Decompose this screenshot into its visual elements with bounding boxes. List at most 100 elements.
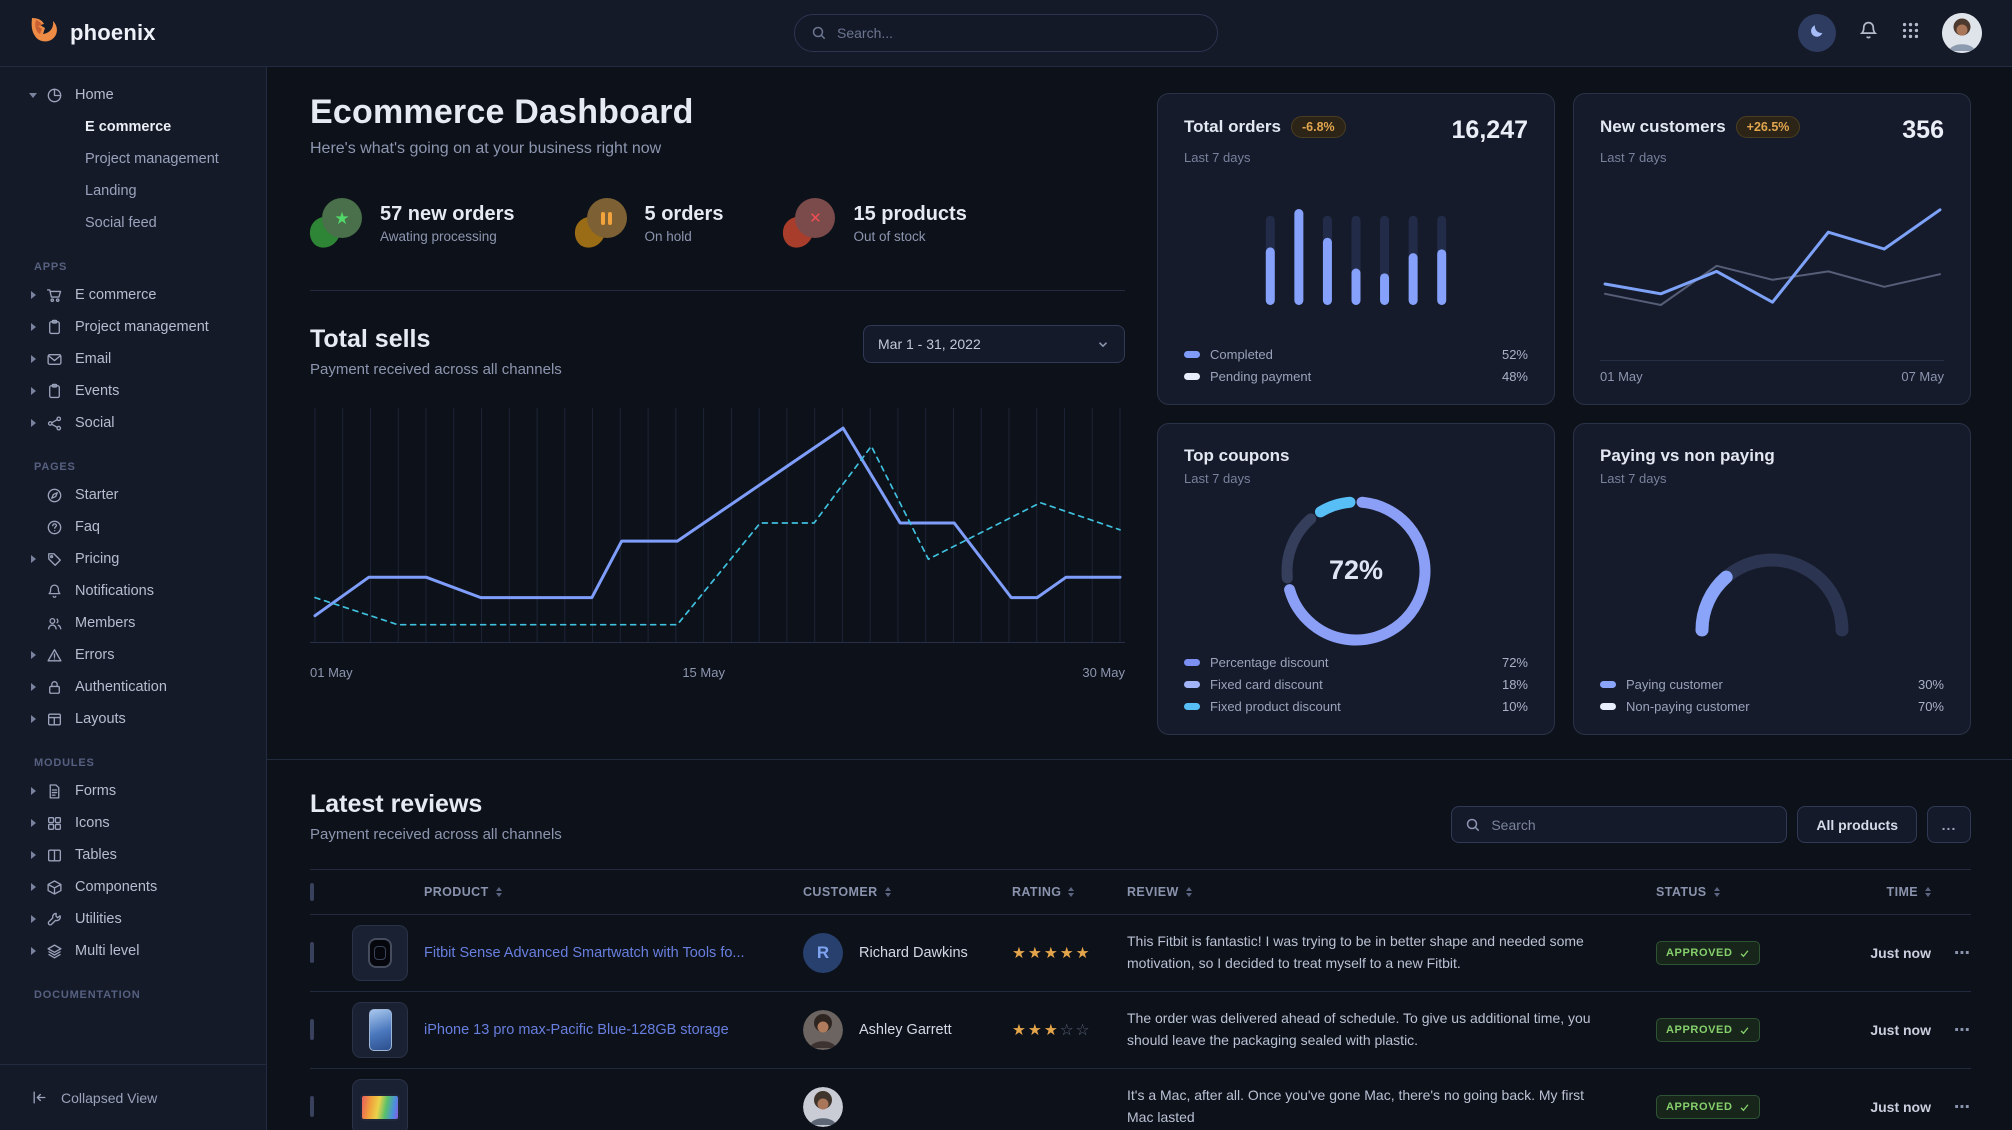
global-search-input[interactable] — [837, 25, 1201, 41]
review-time: Just now — [1827, 1022, 1931, 1038]
donut-center-label: 72% — [1329, 555, 1383, 586]
caret-right-icon — [31, 819, 36, 827]
latest-reviews-title: Latest reviews — [310, 790, 562, 819]
table-row: It's a Mac, after all. Once you've gone … — [310, 1069, 1971, 1130]
layout-icon — [46, 711, 63, 728]
all-products-button[interactable]: All products — [1797, 806, 1917, 843]
bell-icon — [46, 583, 63, 600]
brand[interactable]: phoenix — [30, 17, 156, 49]
sidebar-item-components[interactable]: Components — [0, 871, 266, 903]
envelope-icon — [46, 351, 63, 368]
sort-product[interactable]: PRODUCT — [424, 885, 803, 899]
legend-paying-customer: Paying customer 30% — [1600, 677, 1944, 692]
brand-name: phoenix — [70, 20, 156, 46]
total-sells-subtitle: Payment received across all channels — [310, 361, 562, 378]
sort-status[interactable]: STATUS — [1656, 885, 1827, 899]
sidebar-item-social[interactable]: Social — [0, 407, 266, 439]
avatar — [803, 1010, 843, 1050]
row-actions-button[interactable]: ⋯ — [1931, 1020, 1971, 1040]
sidebar-nav: Home E commerce Project management Landi… — [0, 67, 266, 1064]
row-checkbox[interactable] — [310, 1096, 314, 1117]
sidebar-item-pricing[interactable]: Pricing — [0, 543, 266, 575]
sort-time[interactable]: TIME — [1827, 885, 1931, 899]
total-orders-value: 16,247 — [1452, 116, 1528, 145]
sort-icon — [885, 887, 891, 897]
sidebar-item-multi-level[interactable]: Multi level — [0, 935, 266, 967]
stat-orders-on-hold: 5 orders On hold — [575, 198, 724, 248]
sidebar-item-email[interactable]: Email — [0, 343, 266, 375]
sidebar-item-starter[interactable]: Starter — [0, 479, 266, 511]
product-thumbnail-phone[interactable] — [352, 1002, 408, 1058]
more-options-button[interactable]: ... — [1927, 806, 1971, 843]
reviews-search[interactable] — [1451, 806, 1787, 843]
theme-toggle-button[interactable] — [1798, 14, 1836, 52]
collapse-sidebar-button[interactable]: Collapsed View — [0, 1064, 266, 1130]
sidebar-item-landing[interactable]: Landing — [0, 175, 266, 207]
notifications-button[interactable] — [1858, 20, 1879, 46]
layers-icon — [46, 943, 63, 960]
sort-rating[interactable]: RATING — [1012, 885, 1127, 899]
apps-menu-button[interactable] — [1901, 21, 1920, 45]
sort-review[interactable]: REVIEW — [1127, 885, 1656, 899]
sidebar-item-members[interactable]: Members — [0, 607, 266, 639]
date-range-select[interactable]: Mar 1 - 31, 2022 — [863, 325, 1125, 363]
sort-customer[interactable]: CUSTOMER — [803, 885, 1012, 899]
sidebar-item-utilities[interactable]: Utilities — [0, 903, 266, 935]
sidebar-item-home[interactable]: Home — [0, 79, 266, 111]
sidebar-item-icons[interactable]: Icons — [0, 807, 266, 839]
product-link[interactable]: iPhone 13 pro max-Pacific Blue-128GB sto… — [424, 1020, 803, 1040]
check-icon — [1739, 1102, 1750, 1113]
caret-right-icon — [31, 555, 36, 563]
sidebar-item-social-feed[interactable]: Social feed — [0, 207, 266, 239]
product-thumbnail-laptop[interactable] — [352, 1079, 408, 1130]
wrench-icon — [46, 911, 63, 928]
caret-right-icon — [31, 883, 36, 891]
legend-pending-payment: Pending payment 48% — [1184, 369, 1528, 384]
product-link[interactable]: Fitbit Sense Advanced Smartwatch with To… — [424, 943, 803, 963]
table-row: Fitbit Sense Advanced Smartwatch with To… — [310, 915, 1971, 992]
status-badge: APPROVED — [1656, 941, 1760, 965]
sidebar-item-notifications[interactable]: Notifications — [0, 575, 266, 607]
sidebar-item-e-commerce-dashboard[interactable]: E commerce — [0, 111, 266, 143]
sidebar-item-forms[interactable]: Forms — [0, 775, 266, 807]
legend-fixed-card-discount: Fixed card discount 18% — [1184, 677, 1528, 692]
package-icon — [46, 879, 63, 896]
bell-icon — [1858, 20, 1879, 46]
file-text-icon — [46, 783, 63, 800]
sidebar-section-apps: APPS — [34, 261, 266, 273]
product-thumbnail-watch[interactable] — [352, 925, 408, 981]
row-actions-button[interactable]: ⋯ — [1931, 1097, 1971, 1117]
paying-gauge-chart — [1600, 486, 1944, 677]
reviews-search-input[interactable] — [1491, 817, 1773, 833]
sidebar-item-faq[interactable]: Faq — [0, 511, 266, 543]
sidebar-section-modules: MODULES — [34, 757, 266, 769]
row-checkbox[interactable] — [310, 942, 314, 963]
search-icon — [811, 25, 827, 41]
pause-badge-icon — [575, 198, 629, 248]
sidebar-item-authentication[interactable]: Authentication — [0, 671, 266, 703]
sidebar-item-app-project-management[interactable]: Project management — [0, 311, 266, 343]
select-all-checkbox[interactable] — [310, 883, 314, 901]
check-icon — [1739, 1025, 1750, 1036]
sidebar-item-layouts[interactable]: Layouts — [0, 703, 266, 735]
avatar — [803, 1087, 843, 1127]
card-paying-vs-non-paying: Paying vs non paying Last 7 days Paying … — [1573, 423, 1971, 735]
sidebar-item-events[interactable]: Events — [0, 375, 266, 407]
new-customers-line-chart — [1600, 165, 1944, 358]
sidebar-item-errors[interactable]: Errors — [0, 639, 266, 671]
user-avatar[interactable] — [1942, 13, 1982, 53]
moon-icon — [1808, 22, 1826, 45]
page-subtitle: Here's what's going on at your business … — [310, 140, 1125, 158]
row-actions-button[interactable]: ⋯ — [1931, 943, 1971, 963]
trend-badge: -6.8% — [1291, 116, 1346, 138]
x-badge-icon: ✕ — [783, 198, 837, 248]
sidebar-item-app-e-commerce[interactable]: E commerce — [0, 279, 266, 311]
sidebar-item-tables[interactable]: Tables — [0, 839, 266, 871]
navbar-actions — [1798, 13, 1982, 53]
global-search[interactable] — [794, 14, 1218, 52]
avatar: R — [803, 933, 843, 973]
total-sells-chart: 01 May 15 May 30 May — [310, 404, 1125, 687]
sidebar-item-project-management-dashboard[interactable]: Project management — [0, 143, 266, 175]
sort-icon — [1714, 887, 1720, 897]
row-checkbox[interactable] — [310, 1019, 314, 1040]
